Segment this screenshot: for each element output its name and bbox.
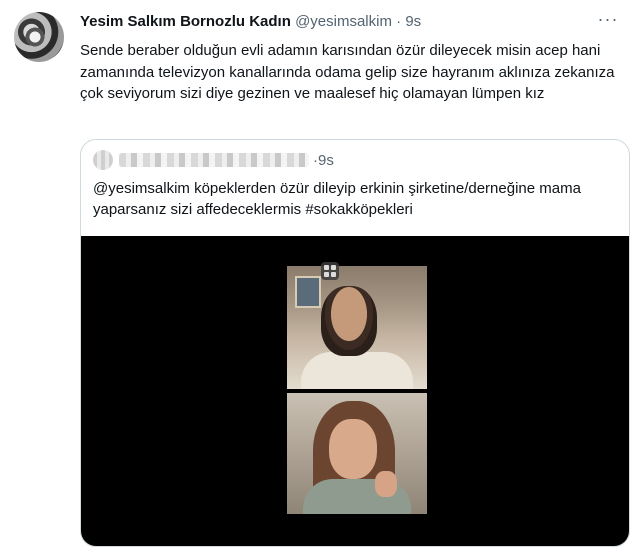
tweet-timestamp[interactable]: 9s [405, 13, 421, 30]
quoted-tweet-header: · 9s [93, 150, 334, 170]
person-head [321, 286, 377, 356]
tweet[interactable]: Yesim Salkım Bornozlu Kadın @yesimsalkim… [0, 0, 640, 550]
video-feed-top [287, 266, 427, 389]
quoted-author-avatar-blurred[interactable] [93, 150, 113, 170]
person-hand [375, 471, 397, 497]
tweet-text: Sende beraber olduğun evli adamın karısı… [80, 42, 615, 102]
quoted-tweet-text: @yesimsalkim köpeklerden özür dileyip er… [93, 180, 581, 218]
video-player[interactable] [81, 236, 629, 546]
author-name[interactable]: Yesim Salkım Bornozlu Kadın [80, 13, 291, 30]
quoted-tweet[interactable]: · 9s @yesimsalkim köpeklerden özür diley… [80, 139, 630, 547]
person-shirt [301, 352, 413, 389]
tweet-header: Yesim Salkım Bornozlu Kadın @yesimsalkim… [80, 12, 421, 32]
video-feed-bottom [287, 393, 427, 514]
person-face [329, 419, 377, 479]
header-separator: · [396, 13, 402, 30]
quoted-author-name-blurred[interactable] [119, 153, 309, 167]
quoted-tweet-timestamp[interactable]: 9s [318, 152, 334, 169]
author-handle[interactable]: @yesimsalkim [295, 13, 392, 30]
author-avatar[interactable] [14, 12, 64, 62]
more-icon[interactable]: ··· [596, 10, 620, 30]
grid-layout-icon[interactable] [321, 262, 339, 280]
background-poster [295, 276, 321, 308]
